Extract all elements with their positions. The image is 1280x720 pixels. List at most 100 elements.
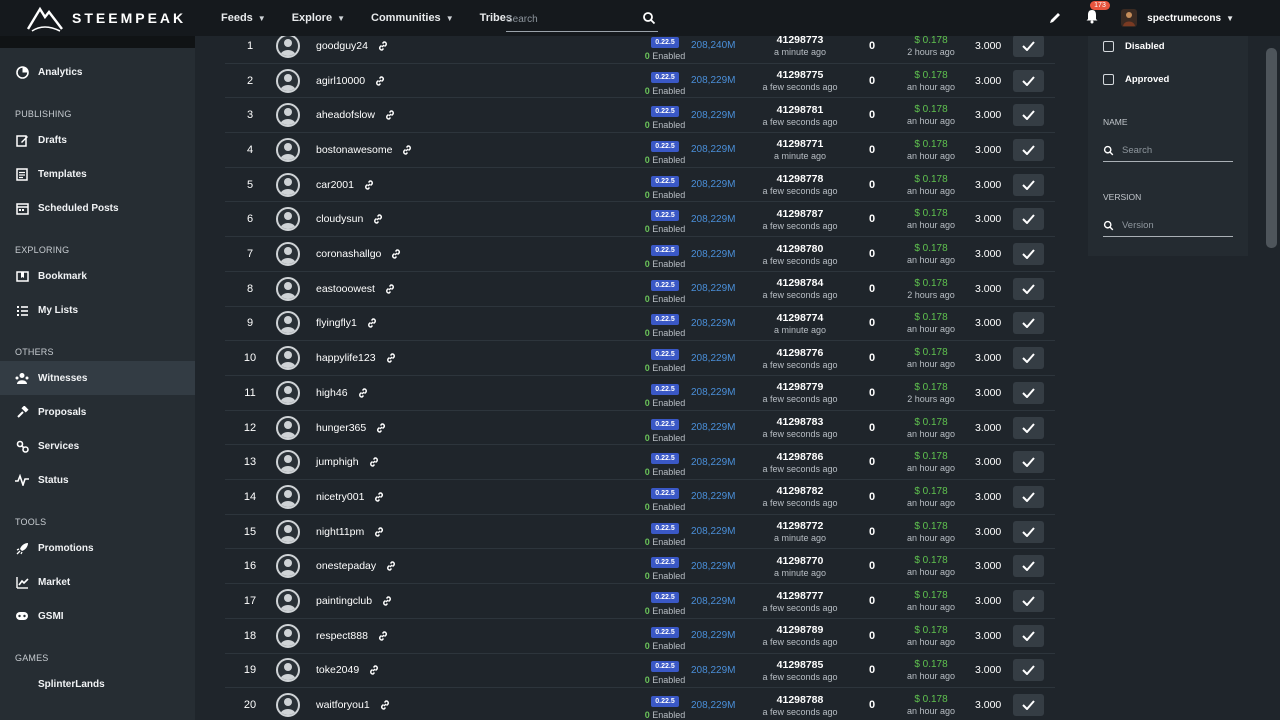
vote-witness-button[interactable] [1013, 347, 1044, 370]
sidebar-item-promotions[interactable]: Promotions [0, 531, 195, 565]
vote-witness-button[interactable] [1013, 173, 1044, 196]
link-icon[interactable] [401, 144, 413, 156]
witness-name[interactable]: onestepaday [316, 560, 376, 572]
avatar[interactable] [276, 207, 300, 232]
pencil-icon[interactable] [1047, 10, 1063, 26]
witness-name[interactable]: flyingfly1 [316, 317, 357, 329]
avatar[interactable] [276, 415, 300, 440]
vote-witness-button[interactable] [1013, 69, 1044, 92]
username[interactable]: spectrumecons [1147, 13, 1221, 24]
avatar[interactable] [276, 554, 300, 579]
vote-witness-button[interactable] [1013, 138, 1044, 161]
sidebar-item-drafts[interactable]: Drafts [0, 123, 195, 157]
last-block-number[interactable]: 41298770 [750, 555, 850, 567]
witness-name[interactable]: paintingclub [316, 595, 372, 607]
nav-explore[interactable]: Explore ▼ [292, 12, 345, 24]
vote-witness-button[interactable] [1013, 416, 1044, 439]
vote-witness-button[interactable] [1013, 624, 1044, 647]
avatar[interactable] [276, 450, 300, 475]
nav-communities[interactable]: Communities ▼ [371, 12, 454, 24]
link-icon[interactable] [384, 283, 396, 295]
last-block-number[interactable]: 41298785 [750, 659, 850, 671]
vote-witness-button[interactable] [1013, 104, 1044, 127]
search-icon[interactable] [642, 11, 656, 25]
witness-name[interactable]: cloudysun [316, 213, 363, 225]
last-block-number[interactable]: 41298779 [750, 381, 850, 393]
vote-witness-button[interactable] [1013, 381, 1044, 404]
top-search-input[interactable] [506, 14, 636, 25]
witness-name[interactable]: car2001 [316, 179, 354, 191]
vote-witness-button[interactable] [1013, 208, 1044, 231]
filter-version-input[interactable] [1122, 220, 1222, 231]
app-logo[interactable]: STEEMPEAK [0, 0, 195, 36]
sidebar-item-gsmi[interactable]: GSMI [0, 599, 195, 633]
witness-name[interactable]: happylife123 [316, 352, 376, 364]
filter-approved-checkbox[interactable]: Approved [1103, 74, 1169, 85]
witness-name[interactable]: nicetry001 [316, 491, 364, 503]
avatar[interactable] [276, 68, 300, 93]
last-block-number[interactable]: 41298780 [750, 243, 850, 255]
vote-witness-button[interactable] [1013, 485, 1044, 508]
last-block-number[interactable]: 41298789 [750, 624, 850, 636]
notifications-button[interactable]: 173 [1085, 0, 1110, 29]
link-icon[interactable] [368, 664, 380, 676]
vote-witness-button[interactable] [1013, 694, 1044, 717]
link-icon[interactable] [381, 595, 393, 607]
witness-name[interactable]: agirl10000 [316, 75, 365, 87]
avatar[interactable] [276, 103, 300, 128]
vote-witness-button[interactable] [1013, 36, 1044, 57]
witness-name[interactable]: aheadofslow [316, 109, 375, 121]
witness-name[interactable]: night11pm [316, 526, 364, 538]
last-block-number[interactable]: 41298777 [750, 590, 850, 602]
avatar[interactable] [276, 276, 300, 301]
last-block-number[interactable]: 41298778 [750, 173, 850, 185]
vote-witness-button[interactable] [1013, 277, 1044, 300]
witness-name[interactable]: bostonawesome [316, 144, 392, 156]
last-block-number[interactable]: 41298786 [750, 451, 850, 463]
link-icon[interactable] [390, 248, 402, 260]
last-block-number[interactable]: 41298771 [750, 138, 850, 150]
link-icon[interactable] [379, 699, 391, 711]
filter-name-input[interactable] [1122, 145, 1222, 156]
user-avatar[interactable] [1121, 9, 1138, 27]
avatar[interactable] [276, 137, 300, 162]
sidebar-item-templates[interactable]: Templates [0, 157, 195, 191]
sidebar-item-analytics[interactable]: Analytics [0, 55, 195, 89]
last-block-number[interactable]: 41298782 [750, 485, 850, 497]
last-block-number[interactable]: 41298776 [750, 347, 850, 359]
link-icon[interactable] [374, 75, 386, 87]
link-icon[interactable] [377, 630, 389, 642]
link-icon[interactable] [385, 352, 397, 364]
avatar[interactable] [276, 242, 300, 267]
link-icon[interactable] [385, 560, 397, 572]
vote-witness-button[interactable] [1013, 590, 1044, 613]
nav-feeds[interactable]: Feeds ▼ [221, 12, 266, 24]
sidebar-item-proposals[interactable]: Proposals [0, 395, 195, 429]
witness-name[interactable]: goodguy24 [316, 40, 368, 52]
link-icon[interactable] [368, 456, 380, 468]
last-block-number[interactable]: 41298773 [750, 36, 850, 46]
scrollbar-thumb[interactable] [1266, 48, 1277, 248]
filter-disabled-checkbox[interactable]: Disabled [1103, 41, 1165, 52]
witness-name[interactable]: toke2049 [316, 664, 359, 676]
last-block-number[interactable]: 41298774 [750, 312, 850, 324]
link-icon[interactable] [366, 317, 378, 329]
link-icon[interactable] [375, 422, 387, 434]
witness-name[interactable]: jumphigh [316, 456, 359, 468]
link-icon[interactable] [357, 387, 369, 399]
avatar[interactable] [276, 519, 300, 544]
witness-name[interactable]: eastooowest [316, 283, 375, 295]
avatar[interactable] [276, 589, 300, 614]
link-icon[interactable] [384, 109, 396, 121]
checkbox-box[interactable] [1103, 74, 1114, 85]
avatar[interactable] [276, 311, 300, 336]
witness-name[interactable]: coronashallgo [316, 248, 381, 260]
link-icon[interactable] [377, 40, 389, 52]
last-block-number[interactable]: 41298783 [750, 416, 850, 428]
chevron-down-icon[interactable]: ▼ [1226, 14, 1234, 23]
avatar[interactable] [276, 623, 300, 648]
link-icon[interactable] [372, 213, 384, 225]
avatar[interactable] [276, 658, 300, 683]
witness-name[interactable]: waitforyou1 [316, 699, 370, 711]
vote-witness-button[interactable] [1013, 659, 1044, 682]
